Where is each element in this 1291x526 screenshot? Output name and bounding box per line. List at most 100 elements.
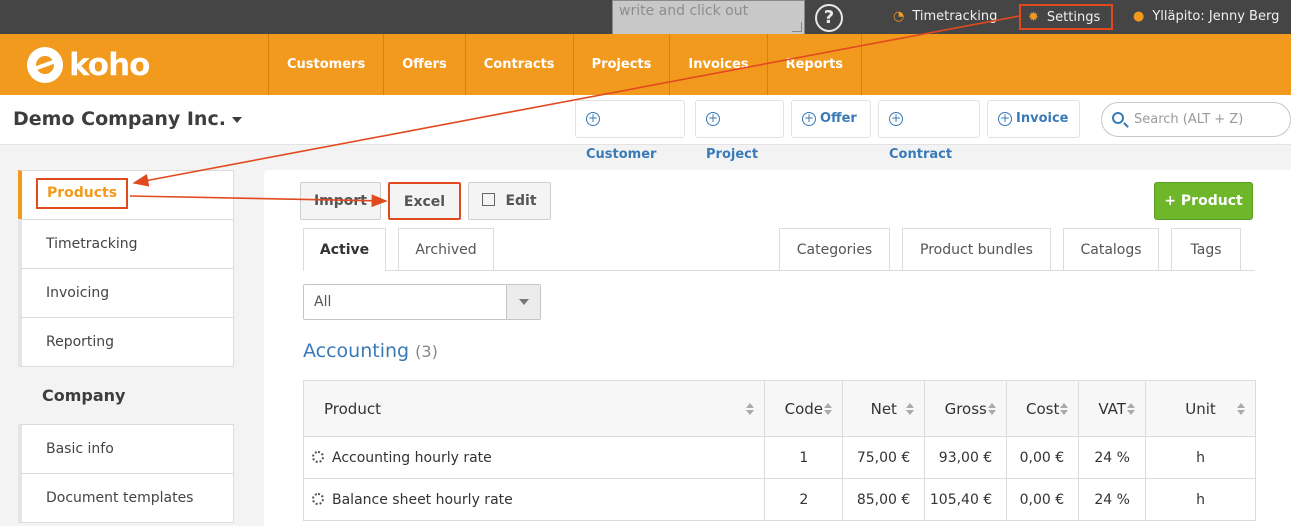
section-count: (3) (415, 342, 438, 361)
column-header-cost[interactable]: Cost (1006, 380, 1080, 437)
resize-grip-icon[interactable] (792, 22, 802, 32)
header-label: Product (324, 399, 381, 418)
quick-add-label: Invoice (1016, 111, 1069, 126)
cell-unit: h (1145, 478, 1256, 521)
tab-archived[interactable]: Archived (398, 228, 494, 270)
sidebar-heading-company: Company (42, 386, 126, 405)
sidebar-item-reporting[interactable]: Reporting (18, 317, 234, 367)
header-label: Gross (944, 399, 987, 418)
user-icon: ● (1133, 9, 1145, 24)
quick-note-input[interactable]: write and click out (612, 0, 805, 35)
sort-icon[interactable] (746, 403, 755, 415)
section-title: Accounting (3) (303, 340, 438, 362)
timetracking-label: Timetracking (912, 9, 998, 24)
help-icon[interactable]: ? (815, 4, 843, 32)
quick-add-label: Contract (889, 147, 953, 162)
header-label: VAT (1098, 399, 1126, 418)
column-header-code[interactable]: Code (764, 380, 844, 437)
sort-icon[interactable] (988, 403, 997, 415)
settings-link[interactable]: ✹ Settings (1019, 4, 1113, 30)
excel-button[interactable]: Excel (388, 182, 461, 220)
header-label: Cost (1026, 399, 1060, 418)
stopwatch-icon: ◔ (893, 9, 905, 24)
nav-contracts[interactable]: Contracts (464, 34, 573, 95)
edit-button[interactable]: Edit (468, 182, 551, 220)
quick-add-label: Offer (820, 111, 857, 126)
product-name: Accounting hourly rate (332, 449, 492, 466)
nav-projects[interactable]: Projects (572, 34, 670, 95)
company-selector[interactable]: Demo Company Inc. (13, 108, 242, 130)
tab-active[interactable]: Active (303, 228, 386, 271)
tab-product-bundles[interactable]: Product bundles (902, 228, 1051, 270)
timetracking-link[interactable]: ◔ Timetracking (893, 0, 997, 34)
quick-add-project-button[interactable]: + Project (695, 100, 784, 162)
quick-add-invoice-button[interactable]: + Invoice (987, 100, 1080, 138)
cell-cost: 0,00 € (1006, 436, 1080, 479)
header-label: Net (870, 399, 897, 418)
koho-logo-icon (27, 47, 63, 83)
sidebar-item-basic-info[interactable]: Basic info (18, 424, 234, 474)
koho-logo[interactable]: koho (27, 46, 150, 84)
global-search-input[interactable]: Search (ALT + Z) (1101, 102, 1291, 137)
caret-down-icon (231, 116, 242, 123)
cell-product[interactable]: Accounting hourly rate (302, 436, 766, 479)
products-table: Product Code Net Gross Cost VAT Unit Acc… (302, 380, 1256, 521)
recurring-icon (312, 450, 324, 463)
nav-invoices[interactable]: Invoices (669, 34, 766, 95)
plus-circle-icon: + (586, 111, 600, 126)
cell-vat: 24 % (1078, 478, 1147, 521)
cell-product[interactable]: Balance sheet hourly rate (302, 478, 766, 521)
header-label: Unit (1185, 399, 1216, 418)
cell-vat: 24 % (1078, 436, 1147, 479)
cell-net: 85,00 € (842, 478, 926, 521)
nav-offers[interactable]: Offers (383, 34, 465, 95)
quick-add-contract-button[interactable]: + Contract (878, 100, 980, 162)
sidebar-item-products-label[interactable]: Products (36, 178, 128, 209)
sidebar-item-document-templates[interactable]: Document templates (18, 473, 234, 523)
gear-icon: ✹ (1028, 10, 1039, 25)
nav-menu: Customers Offers Contracts Projects Invo… (268, 34, 863, 95)
cell-gross: 105,40 € (924, 478, 1008, 521)
quick-add-customer-button[interactable]: + Customer (575, 100, 685, 162)
category-filter-select[interactable]: All (303, 284, 541, 320)
user-menu[interactable]: ● Ylläpito: Jenny Berg (1133, 0, 1279, 34)
cell-code: 2 (764, 478, 844, 521)
cell-unit: h (1145, 436, 1256, 479)
plus-circle-icon: + (802, 111, 816, 126)
recurring-icon (312, 492, 324, 505)
sidebar-item-invoicing[interactable]: Invoicing (18, 268, 234, 318)
column-header-unit[interactable]: Unit (1145, 380, 1256, 437)
sort-icon[interactable] (906, 403, 915, 415)
column-header-product[interactable]: Product (302, 380, 766, 437)
column-header-net[interactable]: Net (842, 380, 926, 437)
table-header-row: Product Code Net Gross Cost VAT Unit (302, 380, 1256, 437)
sort-icon[interactable] (824, 403, 833, 415)
quick-add-offer-button[interactable]: + Offer (791, 100, 871, 138)
logo-text: koho (69, 47, 150, 83)
column-header-gross[interactable]: Gross (924, 380, 1008, 437)
tab-tags[interactable]: Tags (1171, 228, 1241, 270)
table-row[interactable]: Balance sheet hourly rate 2 85,00 € 105,… (302, 478, 1256, 521)
chevron-down-icon[interactable] (506, 285, 540, 319)
add-product-button[interactable]: + Product (1154, 182, 1253, 220)
product-name: Balance sheet hourly rate (332, 491, 513, 508)
plus-circle-icon: + (706, 111, 720, 126)
import-button[interactable]: Import (300, 182, 381, 220)
edit-label: Edit (505, 193, 537, 209)
cell-gross: 93,00 € (924, 436, 1008, 479)
quick-add-label: Project (706, 147, 759, 162)
tab-categories[interactable]: Categories (779, 228, 890, 270)
sidebar-item-timetracking[interactable]: Timetracking (18, 219, 234, 269)
section-title-text: Accounting (303, 340, 410, 362)
nav-reports[interactable]: Reports (766, 34, 863, 95)
sort-icon[interactable] (1237, 403, 1245, 415)
column-header-vat[interactable]: VAT (1078, 380, 1147, 437)
tab-catalogs[interactable]: Catalogs (1063, 228, 1159, 270)
sort-icon[interactable] (1127, 403, 1136, 415)
search-placeholder: Search (ALT + Z) (1134, 112, 1244, 127)
sort-icon[interactable] (1060, 403, 1069, 415)
nav-customers[interactable]: Customers (268, 34, 383, 95)
edit-icon (482, 193, 496, 206)
cell-code: 1 (764, 436, 844, 479)
table-row[interactable]: Accounting hourly rate 1 75,00 € 93,00 €… (302, 436, 1256, 479)
